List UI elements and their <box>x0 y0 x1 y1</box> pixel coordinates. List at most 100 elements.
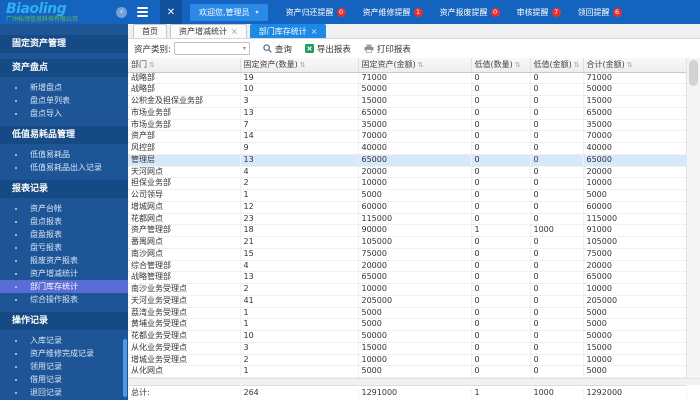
table-row[interactable]: 天河网点4200000020000 <box>128 166 686 178</box>
reminder-link[interactable]: 资产维修提醒1 <box>363 7 423 18</box>
table-row[interactable]: 天河业务受理点4120500000205000 <box>128 295 686 307</box>
sidebar-item[interactable]: 资产台帐 <box>0 202 128 215</box>
column-header[interactable]: 合计(金额)⇅ <box>583 58 686 72</box>
reminder-link[interactable]: 领回提醒6 <box>578 7 622 18</box>
sidebar-item[interactable]: 低值易耗品出入记录 <box>0 161 128 174</box>
table-row[interactable]: 南沙业务受理点2100000010000 <box>128 284 686 296</box>
search-button-label: 查询 <box>275 43 292 55</box>
tab[interactable]: 首页 <box>133 24 167 38</box>
table-row[interactable]: 增城业务受理点2100000010000 <box>128 354 686 366</box>
sidebar-item[interactable]: 资产增减统计 <box>0 267 128 280</box>
sidebar-section-title[interactable]: 固定资产管理 <box>0 35 128 53</box>
sort-icon[interactable]: ⇅ <box>418 61 424 69</box>
table-row[interactable]: 战略部10500000050000 <box>128 84 686 96</box>
table-cell: 10000 <box>583 284 686 296</box>
column-header[interactable]: 低值(数量)⇅ <box>471 58 530 72</box>
column-header[interactable]: 低值(金额)⇅ <box>530 58 583 72</box>
table-row[interactable]: 花都业务受理点10500000050000 <box>128 331 686 343</box>
table-row[interactable]: 南沙网点15750000075000 <box>128 248 686 260</box>
table-cell: 0 <box>530 319 583 331</box>
table-cell: 0 <box>471 119 530 131</box>
sidebar-section-title[interactable]: 操作记录 <box>0 312 128 330</box>
table-cell: 13 <box>240 107 358 119</box>
sidebar-item-label: 退回记录 <box>30 387 62 398</box>
user-menu-button[interactable]: 欢迎您,管理员 ▾ <box>190 4 268 21</box>
scrollbar-thumb[interactable] <box>689 60 698 86</box>
reminder-link[interactable]: 资产报废提醒0 <box>440 7 500 18</box>
close-icon[interactable]: ✕ <box>160 0 182 24</box>
excel-icon <box>305 44 314 53</box>
export-button[interactable]: 导出报表 <box>305 43 351 55</box>
sidebar-item[interactable]: 盘点导入 <box>0 107 128 120</box>
sidebar-section-title[interactable]: 资产盘点 <box>0 59 128 77</box>
sidebar-item[interactable]: 盘盈报表 <box>0 228 128 241</box>
table-row[interactable]: 公积金及担保业务部3150000015000 <box>128 96 686 108</box>
table-row[interactable]: 黄埔业务受理点15000005000 <box>128 319 686 331</box>
table-row[interactable]: 荔湾业务受理点15000005000 <box>128 307 686 319</box>
table-cell: 15000 <box>583 96 686 108</box>
collapse-sidebar-icon[interactable]: ‹ <box>116 7 127 18</box>
table-row[interactable]: 资产管理部18900001100091000 <box>128 225 686 237</box>
column-header[interactable]: 固定资产(金额)⇅ <box>358 58 471 72</box>
column-label: 合计(金额) <box>587 60 625 69</box>
table-row[interactable]: 增城网点12600000060000 <box>128 201 686 213</box>
sidebar-item[interactable]: 领用记录 <box>0 360 128 373</box>
table-row[interactable]: 从化网点15000005000 <box>128 366 686 378</box>
sort-icon[interactable]: ⇅ <box>574 61 580 69</box>
sidebar-item[interactable]: 借用记录 <box>0 373 128 386</box>
sidebar-item[interactable]: 退回记录 <box>0 386 128 399</box>
sidebar-item[interactable]: 报废资产报表 <box>0 254 128 267</box>
sidebar-item[interactable]: 综合操作报表 <box>0 293 128 306</box>
sidebar-scrollbar[interactable] <box>123 339 127 397</box>
table-row[interactable]: 资产部14700000070000 <box>128 131 686 143</box>
table-cell: 黄埔业务受理点 <box>128 319 240 331</box>
tab[interactable]: 资产增减统计× <box>170 24 247 38</box>
table-row[interactable]: 战略部19710000071000 <box>128 72 686 84</box>
reminder-badge: 1 <box>414 8 423 17</box>
search-button[interactable]: 查询 <box>263 43 292 55</box>
table-cell: 10000 <box>358 284 471 296</box>
sidebar-item[interactable]: 资产维修完成记录 <box>0 347 128 360</box>
sidebar-item[interactable]: 部门库存统计 <box>0 280 128 293</box>
table-cell: 10000 <box>358 178 471 190</box>
table-row[interactable]: 管理层13650000065000 <box>128 154 686 166</box>
table-row[interactable]: 担保业务部2100000010000 <box>128 178 686 190</box>
tab[interactable]: 部门库存统计× <box>250 24 327 38</box>
table-cell: 0 <box>471 366 530 378</box>
table-zone: 部门⇅固定资产(数量)⇅固定资产(金额)⇅低值(数量)⇅低值(金额)⇅合计(金额… <box>128 58 700 400</box>
sort-icon[interactable]: ⇅ <box>149 61 155 69</box>
reminder-label: 审核提醒 <box>517 7 549 18</box>
table-row[interactable]: 花都网点2311500000115000 <box>128 213 686 225</box>
sidebar-item[interactable]: 盘亏报表 <box>0 241 128 254</box>
menu-icon[interactable] <box>137 7 148 17</box>
table-cell: 战略部 <box>128 72 240 84</box>
sidebar-section-title[interactable]: 报表记录 <box>0 180 128 198</box>
sidebar-item[interactable]: 盘点报表 <box>0 215 128 228</box>
sidebar-item[interactable]: 新增盘点 <box>0 81 128 94</box>
sidebar-item[interactable]: 入库记录 <box>0 334 128 347</box>
tab-close-icon[interactable]: × <box>231 27 238 36</box>
bullet-icon <box>15 299 17 301</box>
table-row[interactable]: 番禺网点2110500000105000 <box>128 237 686 249</box>
table-row[interactable]: 市场业务部7350000035000 <box>128 119 686 131</box>
sort-icon[interactable]: ⇅ <box>300 61 306 69</box>
sidebar-item[interactable]: 低值易耗品 <box>0 148 128 161</box>
reminder-link[interactable]: 审核提醒7 <box>517 7 561 18</box>
reminder-link[interactable]: 资产归还提醒0 <box>286 7 346 18</box>
tab-close-icon[interactable]: × <box>311 27 318 36</box>
vertical-scrollbar[interactable] <box>686 58 700 378</box>
sort-icon[interactable]: ⇅ <box>515 61 521 69</box>
sidebar-item[interactable]: 盘点单列表 <box>0 94 128 107</box>
column-header[interactable]: 固定资产(数量)⇅ <box>240 58 358 72</box>
table-row[interactable]: 战略管理部13650000065000 <box>128 272 686 284</box>
table-row[interactable]: 综合管理部4200000020000 <box>128 260 686 272</box>
print-button[interactable]: 打印报表 <box>364 43 411 55</box>
sidebar-section-title[interactable]: 低值易耗品管理 <box>0 126 128 144</box>
table-row[interactable]: 公司领导15000005000 <box>128 190 686 202</box>
table-row[interactable]: 从化业务受理点3150000015000 <box>128 342 686 354</box>
column-header[interactable]: 部门⇅ <box>128 58 240 72</box>
sort-icon[interactable]: ⇅ <box>627 61 633 69</box>
asset-category-select[interactable]: ▾ <box>174 42 250 55</box>
table-row[interactable]: 市场业务部13650000065000 <box>128 107 686 119</box>
table-row[interactable]: 风控部9400000040000 <box>128 143 686 155</box>
